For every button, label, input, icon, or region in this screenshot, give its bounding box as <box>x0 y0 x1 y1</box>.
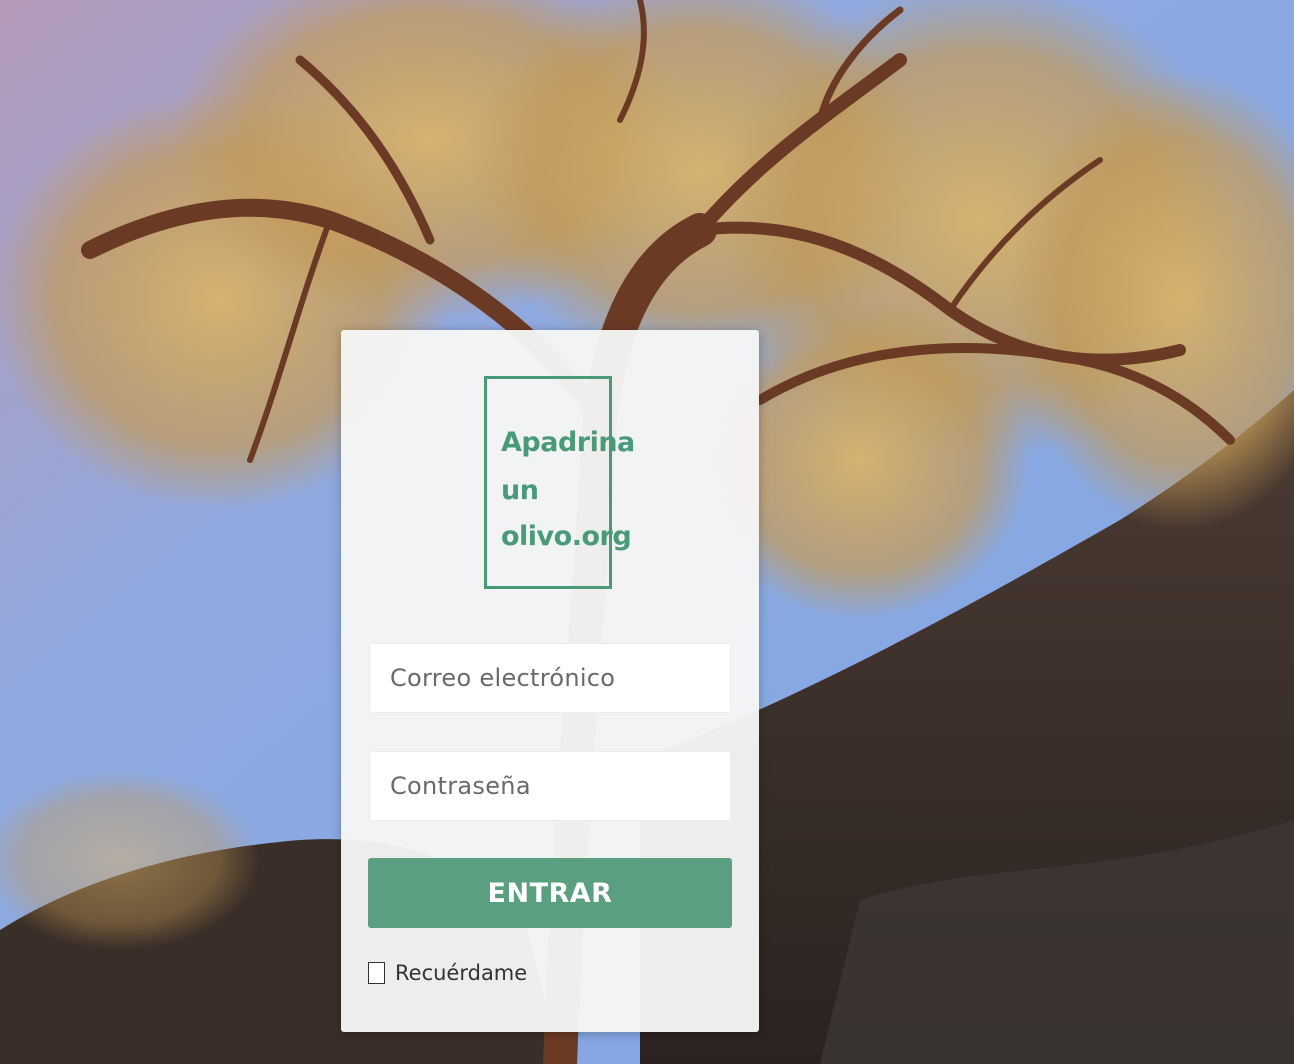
remember-me-label[interactable]: Recuérdame <box>395 961 527 985</box>
remember-me-checkbox[interactable] <box>368 962 385 984</box>
login-button[interactable]: ENTRAR <box>368 858 732 928</box>
email-field[interactable] <box>370 644 730 712</box>
logo-line-2: un <box>501 475 539 506</box>
email-field-wrapper <box>369 643 731 713</box>
login-card: Apadrina un olivo.org ENTRAR Recuérdame <box>341 330 759 1032</box>
password-field[interactable] <box>370 752 730 820</box>
apadrina-un-olivo-logo: Apadrina un olivo.org <box>484 376 635 589</box>
password-field-wrapper <box>369 751 731 821</box>
logo-line-1: Apadrina <box>501 427 635 458</box>
remember-me-row[interactable]: Recuérdame <box>368 961 527 985</box>
logo-line-3: olivo.org <box>501 521 632 552</box>
